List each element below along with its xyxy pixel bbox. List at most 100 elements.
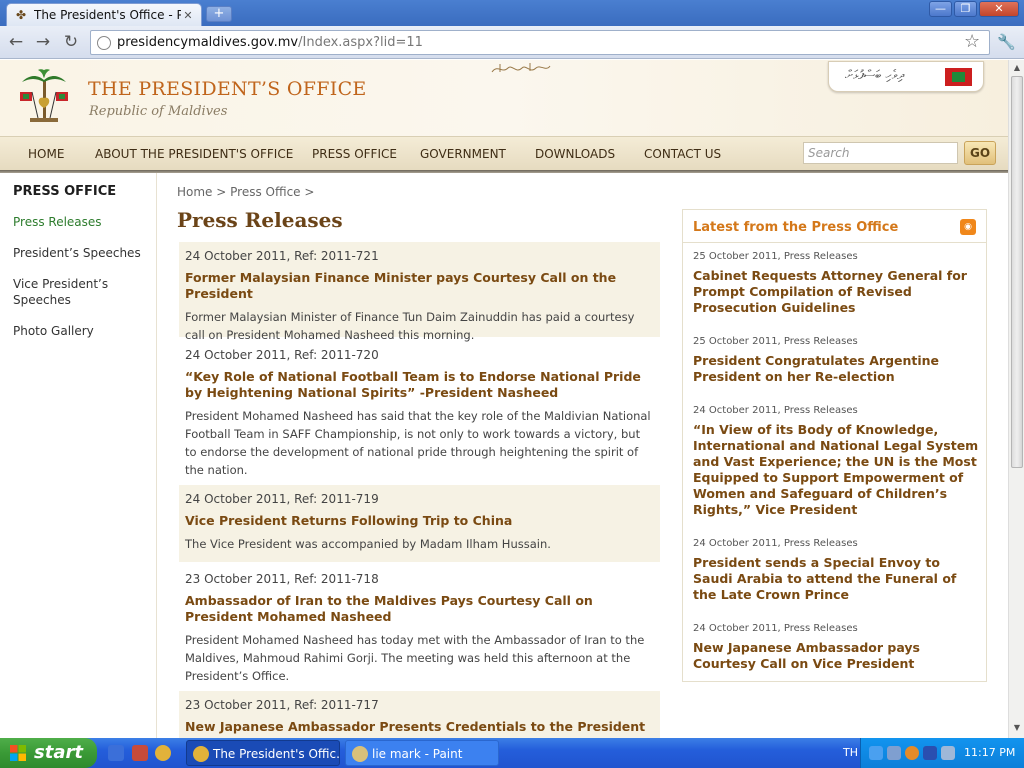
press-release-date: 24 October 2011, Ref: 2011-719 xyxy=(185,492,379,506)
network-icon[interactable] xyxy=(887,746,901,760)
site-header: THE PRESIDENT’S OFFICE Republic of Maldi… xyxy=(0,60,1008,136)
browser-title-bar: ✤ The President's Office - Press R ✕ + —… xyxy=(0,0,1024,26)
address-bar[interactable]: presidencymaldives.gov.mv/Index.aspx?lid… xyxy=(90,30,990,55)
url-host: presidencymaldives.gov.mv xyxy=(117,35,299,50)
nav-government[interactable]: GOVERNMENT xyxy=(420,147,506,161)
press-release-item: 24 October 2011, Ref: 2011-719 Vice Pres… xyxy=(179,485,660,562)
scrollbar-thumb[interactable] xyxy=(1011,76,1023,468)
show-desktop-icon[interactable] xyxy=(108,745,124,761)
latest-item-title[interactable]: President Congratulates Argentine Presid… xyxy=(693,353,981,385)
page-viewport: THE PRESIDENT’S OFFICE Republic of Maldi… xyxy=(0,60,1008,738)
page-scrollbar[interactable]: ▲ ▼ xyxy=(1008,60,1024,738)
paint-icon xyxy=(352,746,368,762)
sidebar-item-vice-presidents-speeches[interactable]: Vice President’s Speeches xyxy=(13,276,143,308)
latest-item: 24 October 2011, Press Releases Presiden… xyxy=(693,537,981,603)
press-release-item: 23 October 2011, Ref: 2011-718 Ambassado… xyxy=(179,565,660,687)
press-release-date: 24 October 2011, Ref: 2011-720 xyxy=(185,348,379,362)
latest-item-title[interactable]: New Japanese Ambassador pays Courtesy Ca… xyxy=(693,640,981,672)
calligraphy-decoration xyxy=(491,63,551,73)
page-title: Press Releases xyxy=(177,208,343,232)
task-paint-window[interactable]: lie mark - Paint xyxy=(345,740,499,766)
press-release-date: 23 October 2011, Ref: 2011-718 xyxy=(185,572,379,586)
press-release-title[interactable]: Former Malaysian Finance Minister pays C… xyxy=(185,270,654,302)
press-release-item: 24 October 2011, Ref: 2011-721 Former Ma… xyxy=(179,242,660,342)
press-release-date: 23 October 2011, Ref: 2011-717 xyxy=(185,698,379,712)
press-release-date: 24 October 2011, Ref: 2011-721 xyxy=(185,249,379,263)
task-chrome-label: The President's Offic... xyxy=(213,747,340,761)
dhivehi-language-switch[interactable]: ދިވެހި ބަސްފުޅަށް xyxy=(828,61,984,92)
latest-item-meta: 25 October 2011, Press Releases xyxy=(693,251,858,262)
press-release-summary: Former Malaysian Minister of Finance Tun… xyxy=(185,310,635,342)
scroll-up-icon[interactable]: ▲ xyxy=(1011,62,1023,74)
sidebar-item-presidents-speeches[interactable]: President’s Speeches xyxy=(13,245,143,261)
latest-item-meta: 24 October 2011, Press Releases xyxy=(693,405,858,416)
nav-press-office[interactable]: PRESS OFFICE xyxy=(312,147,397,161)
nav-downloads[interactable]: DOWNLOADS xyxy=(535,147,615,161)
press-release-item: 23 October 2011, Ref: 2011-717 New Japan… xyxy=(179,691,660,738)
latest-item-meta: 24 October 2011, Press Releases xyxy=(693,538,858,549)
rss-icon[interactable]: ◉ xyxy=(960,219,976,235)
latest-heading: Latest from the Press Office xyxy=(693,220,899,235)
press-release-summary: President Mohamed Nasheed has said that … xyxy=(185,409,651,477)
sidebar-item-photo-gallery[interactable]: Photo Gallery xyxy=(13,323,143,339)
input-language-indicator[interactable]: TH xyxy=(843,746,858,759)
press-release-title[interactable]: New Japanese Ambassador Presents Credent… xyxy=(185,719,654,735)
site-subtitle: Republic of Maldives xyxy=(89,104,228,119)
press-release-item: 24 October 2011, Ref: 2011-720 “Key Role… xyxy=(179,341,660,481)
latest-item-title[interactable]: President sends a Special Envoy to Saudi… xyxy=(693,555,981,603)
display-icon[interactable] xyxy=(941,746,955,760)
forward-icon[interactable]: → xyxy=(32,31,54,53)
nav-about[interactable]: ABOUT THE PRESIDENT'S OFFICE xyxy=(95,147,293,161)
back-icon[interactable]: ← xyxy=(5,31,27,53)
task-paint-label: lie mark - Paint xyxy=(372,747,463,761)
sidebar: PRESS OFFICE Press Releases President’s … xyxy=(0,173,157,738)
browser-tab[interactable]: ✤ The President's Office - Press R ✕ xyxy=(6,3,202,26)
sidebar-item-press-releases[interactable]: Press Releases xyxy=(13,214,143,230)
wrench-icon[interactable]: 🔧 xyxy=(997,33,1016,51)
latest-item: 24 October 2011, Press Releases New Japa… xyxy=(693,622,981,672)
browser-tray-icon[interactable] xyxy=(905,746,919,760)
latest-item: 25 October 2011, Press Releases Cabinet … xyxy=(693,250,981,316)
nav-home[interactable]: HOME xyxy=(28,147,64,161)
press-release-summary: The Vice President was accompanied by Ma… xyxy=(185,537,551,551)
search-input[interactable] xyxy=(803,142,958,164)
chrome-icon xyxy=(193,746,209,762)
star-icon[interactable]: ☆ xyxy=(964,31,980,52)
latest-item-title[interactable]: “In View of its Body of Knowledge, Inter… xyxy=(693,422,981,518)
main-nav: HOME ABOUT THE PRESIDENT'S OFFICE PRESS … xyxy=(0,136,1008,170)
window-close-icon[interactable]: ✕ xyxy=(979,1,1019,17)
tab-title: The President's Office - Press R xyxy=(34,8,181,22)
site-title[interactable]: THE PRESIDENT’S OFFICE xyxy=(88,78,367,100)
minimize-icon[interactable]: — xyxy=(929,1,952,17)
media-player-icon[interactable] xyxy=(132,745,148,761)
latest-divider xyxy=(683,242,986,243)
flag-icon xyxy=(945,68,972,86)
dhivehi-language-label: ދިވެހި ބަސްފުޅަށް xyxy=(845,68,905,83)
reload-icon[interactable]: ↻ xyxy=(60,31,82,53)
windows-logo-icon xyxy=(10,745,26,761)
clock[interactable]: 11:17 PM xyxy=(964,746,1015,759)
press-release-title[interactable]: “Key Role of National Football Team is t… xyxy=(185,369,654,401)
scroll-down-icon[interactable]: ▼ xyxy=(1011,722,1023,734)
taskbar: start The President's Offic... lie mark … xyxy=(0,738,1024,768)
press-release-title[interactable]: Ambassador of Iran to the Maldives Pays … xyxy=(185,593,654,625)
go-button[interactable]: GO xyxy=(964,141,996,165)
latest-item-meta: 24 October 2011, Press Releases xyxy=(693,623,858,634)
latest-item: 25 October 2011, Press Releases Presiden… xyxy=(693,335,981,385)
latest-press-panel: Latest from the Press Office ◉ 25 Octobe… xyxy=(682,209,987,682)
emblem-icon[interactable] xyxy=(16,68,72,128)
close-tab-icon[interactable]: ✕ xyxy=(181,9,195,22)
latest-item-title[interactable]: Cabinet Requests Attorney General for Pr… xyxy=(693,268,981,316)
press-release-title[interactable]: Vice President Returns Following Trip to… xyxy=(185,513,654,529)
nav-contact-us[interactable]: CONTACT US xyxy=(644,147,721,161)
task-chrome-window[interactable]: The President's Offic... xyxy=(186,740,340,766)
emblem-favicon-icon: ✤ xyxy=(15,8,27,22)
maximize-icon[interactable]: ❐ xyxy=(954,1,977,17)
tray-arrow-icon[interactable] xyxy=(869,746,883,760)
chrome-quicklaunch-icon[interactable] xyxy=(155,745,171,761)
page-icon xyxy=(97,35,111,50)
breadcrumb[interactable]: Home > Press Office > xyxy=(177,185,314,199)
bluetooth-icon[interactable] xyxy=(923,746,937,760)
new-tab-button[interactable]: + xyxy=(206,6,232,22)
browser-toolbar: ← → ↻ presidencymaldives.gov.mv/Index.as… xyxy=(0,26,1024,59)
